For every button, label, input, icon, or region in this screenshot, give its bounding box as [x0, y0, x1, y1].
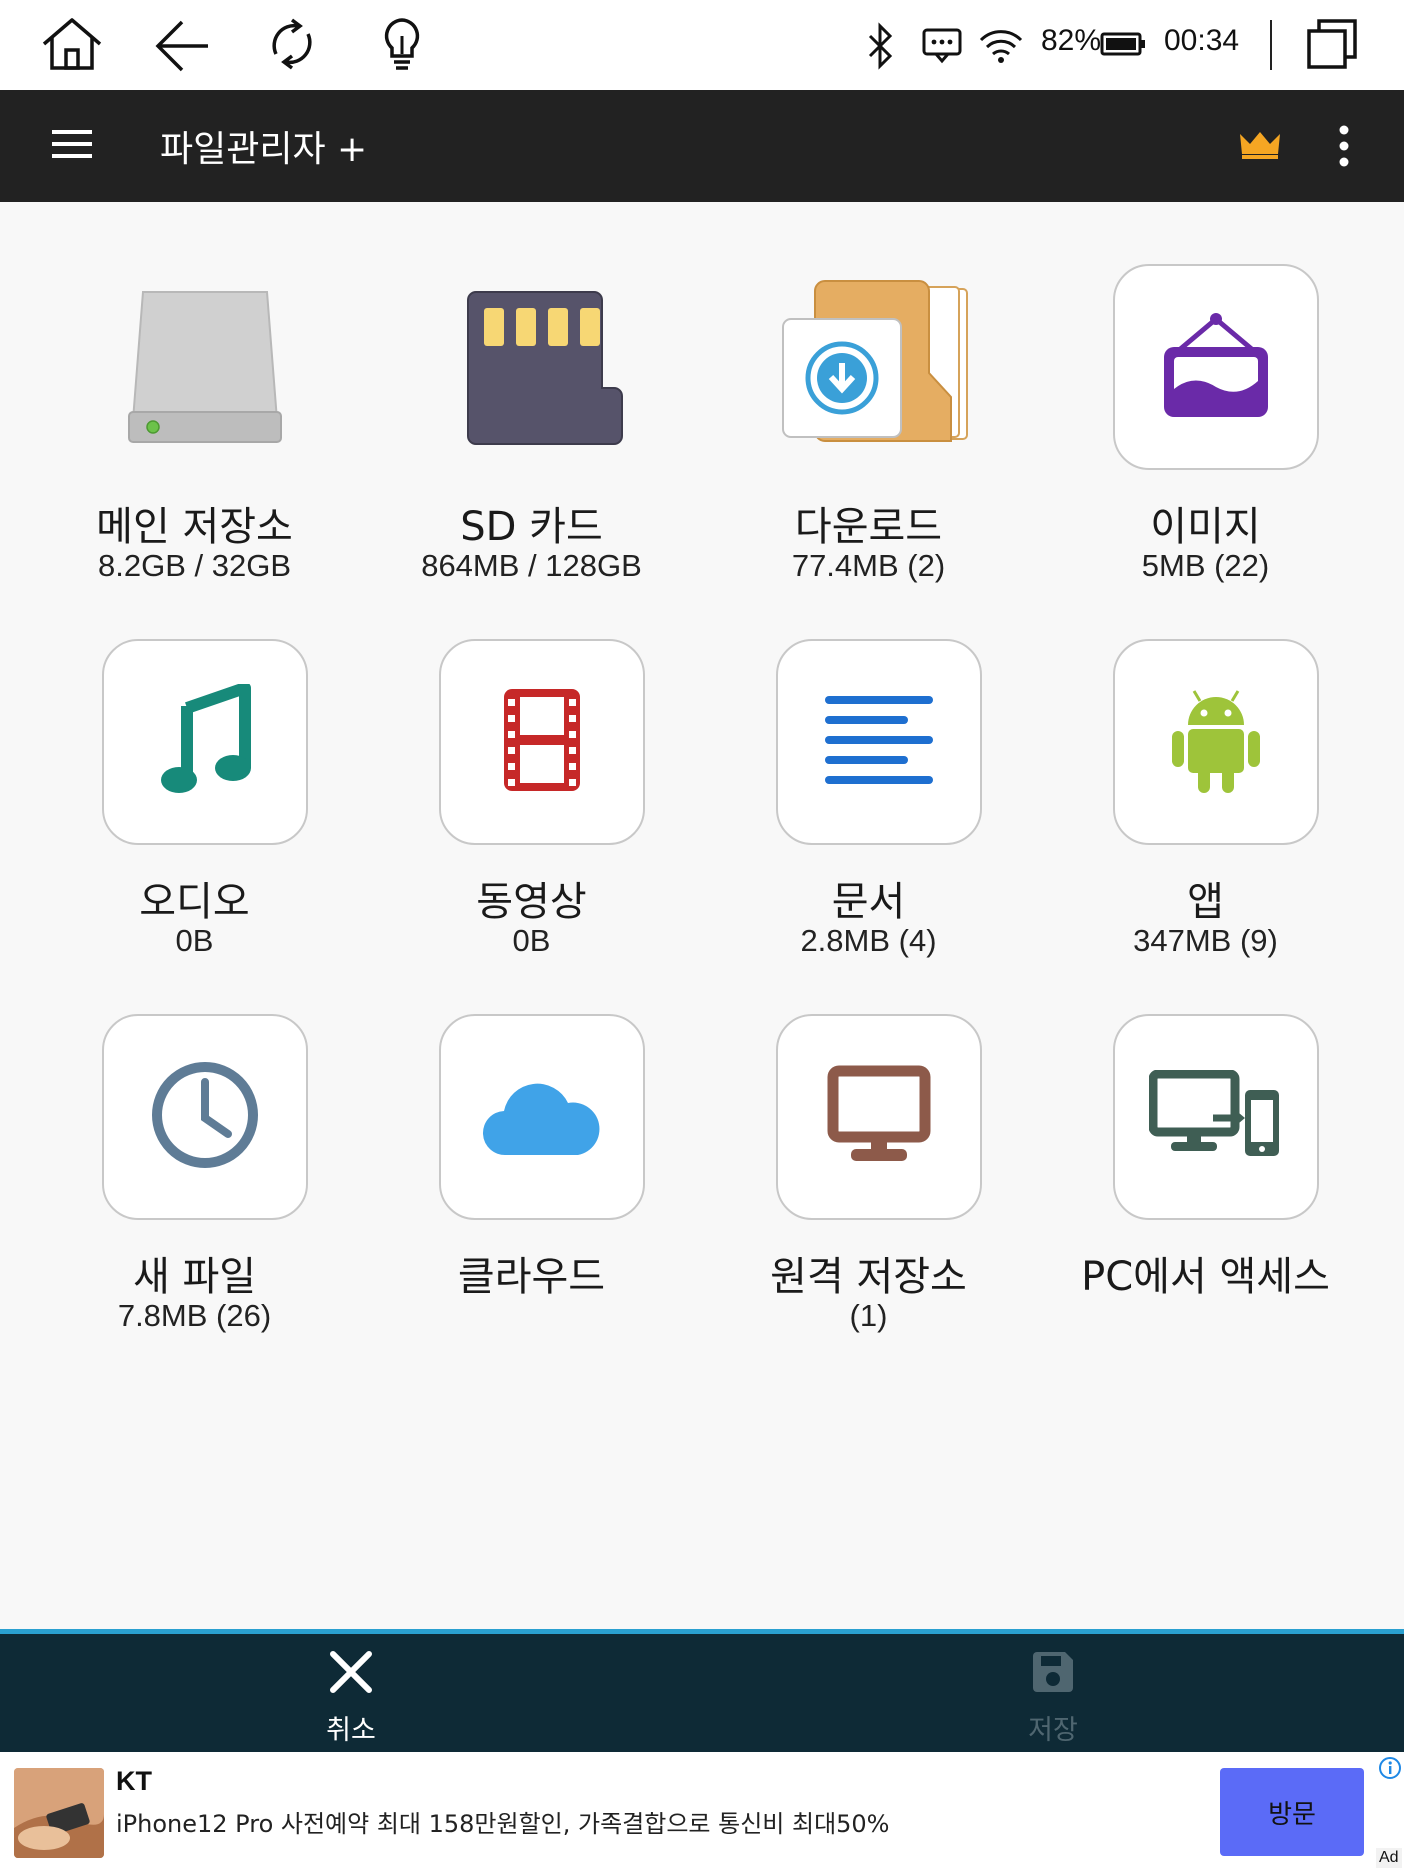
tile-label: 동영상: [476, 879, 587, 925]
document-lines-icon: [824, 694, 934, 790]
video-tile-frame: [439, 639, 645, 845]
tile-label: PC에서 액세스: [1081, 1254, 1330, 1300]
tile-label: 원격 저장소: [770, 1254, 967, 1300]
close-icon: [327, 1648, 375, 1700]
ad-banner[interactable]: KT iPhone12 Pro 사전예약 최대 158만원할인, 가족결합으로 …: [0, 1752, 1404, 1872]
save-disk-icon: [1029, 1648, 1077, 1700]
battery-icon: [1100, 32, 1146, 60]
cloud-icon: [482, 1073, 602, 1161]
hard-drive-icon: [102, 264, 308, 470]
tile-video[interactable]: 동영상 0B: [363, 577, 700, 958]
cloud-tile-frame: [439, 1014, 645, 1220]
tile-downloads[interactable]: 다운로드 77.4MB (2): [700, 202, 1037, 583]
ad-text: iPhone12 Pro 사전예약 최대 158만원할인, 가족결합으로 통신비…: [116, 1810, 890, 1838]
page-title: 파일관리자 +: [160, 129, 368, 170]
info-icon[interactable]: [1378, 1756, 1402, 1784]
tile-label: SD 카드: [460, 504, 603, 550]
cancel-button[interactable]: 취소: [201, 1634, 501, 1752]
sd-card-icon: [439, 264, 645, 470]
ad-thumbnail-image[interactable]: [14, 1768, 104, 1858]
wifi-icon: [978, 28, 1024, 68]
apps-tile-frame: [1113, 639, 1319, 845]
cancel-label: 취소: [326, 1715, 376, 1746]
lightbulb-icon[interactable]: [374, 14, 430, 78]
save-label: 저장: [1028, 1715, 1078, 1746]
tile-label: 메인 저장소: [96, 504, 293, 550]
ad-brand: KT: [116, 1766, 152, 1796]
window-icon[interactable]: [1306, 18, 1358, 74]
message-icon: [922, 28, 962, 68]
app-toolbar: 파일관리자 +: [0, 90, 1404, 202]
crown-icon[interactable]: [1238, 130, 1282, 164]
refresh-icon[interactable]: [262, 14, 322, 78]
tile-audio[interactable]: 오디오 0B: [26, 577, 363, 958]
ad-mark: Ad: [1376, 1848, 1402, 1868]
home-icon[interactable]: [40, 14, 104, 78]
ad-visit-label: 방문: [1268, 1799, 1316, 1830]
image-frame-icon: [1160, 311, 1272, 423]
remote-storage-tile-frame: [776, 1014, 982, 1220]
music-note-icon: [157, 682, 253, 800]
clock-time: 00:34: [1164, 24, 1240, 57]
tile-documents[interactable]: 문서 2.8MB (4): [700, 577, 1037, 958]
tile-label: 새 파일: [132, 1254, 257, 1300]
bottom-action-bar: 취소 저장: [0, 1629, 1404, 1752]
back-icon[interactable]: [152, 14, 212, 78]
tile-pc-access[interactable]: PC에서 액세스: [1037, 952, 1374, 1322]
download-folder-icon: [776, 264, 982, 470]
status-divider: [1270, 20, 1272, 70]
tile-label: 오디오: [139, 879, 250, 925]
tile-cloud[interactable]: 클라우드: [363, 952, 700, 1322]
image-tile-frame: [1113, 264, 1319, 470]
save-button[interactable]: 저장: [903, 1634, 1203, 1752]
tile-apps[interactable]: 앱 347MB (9): [1037, 577, 1374, 958]
tile-label: 다운로드: [794, 504, 943, 550]
battery-percent: 82%: [1041, 24, 1102, 57]
pc-to-phone-icon: [1148, 1069, 1283, 1164]
tile-label: 문서: [831, 879, 906, 925]
documents-tile-frame: [776, 639, 982, 845]
tile-remote-storage[interactable]: 원격 저장소 (1): [700, 952, 1037, 1333]
new-files-tile-frame: [102, 1014, 308, 1220]
hamburger-menu-icon[interactable]: [52, 128, 92, 164]
tile-sd-card[interactable]: SD 카드 864MB / 128GB: [363, 202, 700, 583]
tile-size: 7.8MB (26): [117, 1298, 272, 1333]
audio-tile-frame: [102, 639, 308, 845]
tile-new-files[interactable]: 새 파일 7.8MB (26): [26, 952, 363, 1333]
tile-label: 클라우드: [457, 1254, 606, 1300]
clock-icon: [150, 1060, 260, 1174]
ad-visit-button[interactable]: 방문: [1220, 1768, 1364, 1856]
tile-label: 이미지: [1150, 504, 1261, 550]
android-icon: [1166, 685, 1266, 799]
tile-label: 앱: [1187, 879, 1224, 925]
film-icon: [500, 685, 584, 799]
more-vert-icon[interactable]: [1332, 124, 1356, 172]
bluetooth-icon: [864, 22, 898, 74]
pc-access-tile-frame: [1113, 1014, 1319, 1220]
tile-size: (1): [849, 1298, 888, 1333]
tile-images[interactable]: 이미지 5MB (22): [1037, 202, 1374, 583]
tile-main-storage[interactable]: 메인 저장소 8.2GB / 32GB: [26, 202, 363, 583]
status-bar: 82% 00:34: [0, 0, 1404, 90]
monitor-icon: [827, 1065, 931, 1169]
